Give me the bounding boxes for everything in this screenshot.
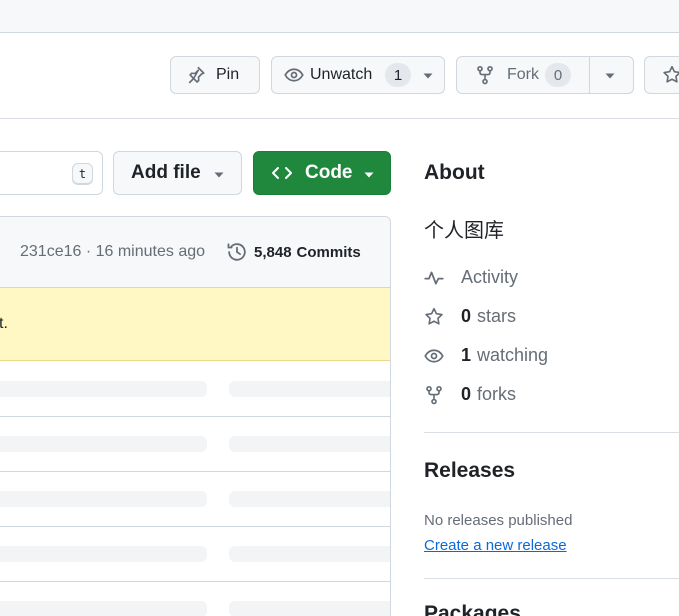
loading-placeholder: [0, 491, 207, 507]
list-item: [0, 582, 390, 616]
fork-divider: [589, 57, 590, 93]
fork-count: 0: [545, 63, 571, 87]
forks-label: forks: [477, 384, 517, 404]
loading-placeholder: [229, 491, 390, 507]
code-icon: [271, 165, 293, 181]
commit-ref[interactable]: 231ce16 · 16 minutes ago: [20, 243, 205, 261]
latest-commit-bar: 231ce16 · 16 minutes ago 5,848 Commits: [0, 217, 390, 288]
repo-forked-icon: [424, 385, 444, 405]
watching-count: 1: [461, 345, 472, 365]
repo-forked-icon: [475, 65, 495, 85]
forks-link[interactable]: 0 forks: [424, 384, 516, 405]
keyboard-shortcut-hint: t: [72, 163, 93, 185]
list-item: [0, 417, 390, 472]
activity-link[interactable]: Activity: [424, 267, 518, 288]
fork-button-group: Fork 0: [456, 56, 634, 94]
fork-label: Fork: [507, 66, 539, 83]
code-label: Code: [305, 162, 353, 183]
pulse-icon: [424, 268, 444, 288]
no-releases-text: No releases published: [424, 512, 573, 529]
header-divider: [0, 118, 679, 119]
add-file-label: Add file: [131, 162, 201, 183]
commits-label: Commits: [296, 243, 361, 261]
commits-count: 5,848: [254, 243, 292, 261]
loading-placeholder: [0, 601, 207, 616]
forks-count: 0: [461, 384, 472, 404]
notice-banner: t.: [0, 288, 390, 361]
watch-count: 1: [385, 63, 411, 87]
repo-description: 个人图库: [424, 218, 504, 242]
loading-placeholder: [229, 546, 390, 562]
unwatch-button[interactable]: Unwatch 1: [271, 56, 445, 94]
stars-count: 0: [461, 306, 472, 326]
file-list: 231ce16 · 16 minutes ago 5,848 Commits t…: [0, 216, 391, 616]
chevron-down-icon[interactable]: [604, 72, 616, 80]
loading-placeholder: [229, 381, 390, 397]
star-icon: [424, 307, 444, 327]
unwatch-label: Unwatch: [310, 66, 373, 83]
sidebar-divider: [424, 432, 679, 433]
pin-icon: [186, 65, 206, 85]
stars-label: stars: [477, 306, 517, 326]
packages-heading[interactable]: Packages: [424, 602, 521, 616]
eye-icon: [424, 346, 444, 366]
list-item: [0, 362, 390, 417]
star-icon: [662, 65, 679, 85]
releases-heading[interactable]: Releases: [424, 459, 515, 483]
top-bar: [0, 0, 679, 33]
sidebar-divider: [424, 578, 679, 579]
loading-placeholder: [229, 436, 390, 452]
star-button[interactable]: [644, 56, 679, 94]
stars-link[interactable]: 0 stars: [424, 306, 516, 327]
loading-placeholder: [0, 546, 207, 562]
commits-link[interactable]: 5,848 Commits: [226, 241, 361, 263]
activity-label: Activity: [461, 267, 519, 287]
watching-label: watching: [477, 345, 549, 365]
about-heading: About: [424, 161, 485, 184]
loading-placeholder: [0, 381, 207, 397]
chevron-down-icon: [422, 72, 434, 80]
list-item: [0, 527, 390, 582]
history-icon: [226, 241, 248, 263]
banner-text: t.: [0, 315, 8, 332]
code-button[interactable]: Code: [253, 151, 391, 195]
pin-label: Pin: [216, 66, 240, 83]
add-file-button[interactable]: Add file: [113, 151, 242, 195]
chevron-down-icon: [363, 171, 375, 179]
create-release-link[interactable]: Create a new release: [424, 537, 567, 554]
loading-placeholder: [229, 601, 390, 616]
eye-icon: [284, 65, 304, 85]
loading-placeholder: [0, 436, 207, 452]
pin-button[interactable]: Pin: [170, 56, 260, 94]
watchers-link[interactable]: 1 watching: [424, 345, 548, 366]
list-item: [0, 472, 390, 527]
chevron-down-icon: [213, 171, 225, 179]
